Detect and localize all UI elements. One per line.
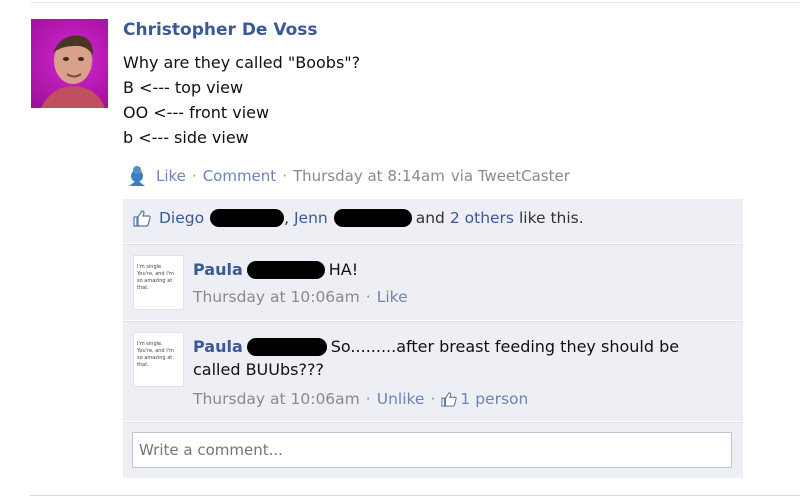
post-actions: Like · Comment · Thursday at 8:14am via … bbox=[124, 164, 570, 188]
separator-dot: · bbox=[430, 390, 436, 408]
thumbs-up-icon bbox=[441, 391, 458, 407]
redaction-mark bbox=[333, 209, 412, 227]
commenter-avatar[interactable]: I'm single. You're, and I'm so amazing a… bbox=[133, 332, 184, 387]
comment-text: So.........after breast feeding they sho… bbox=[330, 337, 680, 356]
post-text-line: Why are they called "Boobs"? bbox=[123, 53, 361, 72]
avatar-caption: I'm single. You're, and I'm so amazing a… bbox=[137, 264, 174, 291]
comment-meta: Thursday at 10:06am · Unlike · 1 person bbox=[193, 390, 528, 408]
post-text-line: B <--- top view bbox=[123, 78, 244, 97]
row-divider bbox=[123, 421, 743, 423]
separator-dot: · bbox=[191, 167, 197, 185]
post-text-line: b <--- side view bbox=[123, 128, 249, 147]
liker-name[interactable]: Diego bbox=[159, 209, 204, 227]
likes-others-link[interactable]: 2 others bbox=[450, 209, 514, 227]
comma: , bbox=[284, 209, 294, 227]
separator-dot: · bbox=[282, 167, 287, 185]
likes-and: and bbox=[415, 209, 445, 227]
comment-text-continued: called BUUbs??? bbox=[193, 360, 324, 379]
avatar-caption: I'm single. You're, and I'm so amazing a… bbox=[137, 341, 174, 368]
separator-dot: · bbox=[365, 288, 371, 306]
comment-link[interactable]: Comment bbox=[203, 167, 277, 185]
row-divider bbox=[123, 243, 743, 245]
tweetcaster-bird-icon bbox=[129, 166, 145, 186]
post-author-name[interactable]: Christopher De Voss bbox=[123, 20, 318, 40]
commenter-name[interactable]: Paula bbox=[193, 337, 243, 356]
likes-suffix: like this. bbox=[518, 209, 584, 227]
author-avatar[interactable] bbox=[31, 19, 108, 108]
redaction-mark bbox=[246, 337, 327, 356]
bottom-divider bbox=[30, 495, 800, 496]
post-text-line: OO <--- front view bbox=[123, 103, 270, 122]
comment-input[interactable] bbox=[132, 432, 732, 468]
like-link[interactable]: Like bbox=[156, 167, 186, 185]
comment-unlike-link[interactable]: Unlike bbox=[377, 390, 425, 408]
thumbs-up-icon bbox=[133, 209, 151, 227]
post-timestamp[interactable]: Thursday at 8:14am bbox=[293, 167, 445, 185]
feedback-panel bbox=[123, 199, 743, 422]
comment-timestamp[interactable]: Thursday at 10:06am bbox=[193, 288, 360, 306]
likes-summary: Diego , Jenn and 2 others like this. bbox=[133, 209, 584, 227]
redaction-mark bbox=[210, 209, 285, 227]
comment-like-count[interactable]: 1 person bbox=[460, 390, 528, 408]
comment-meta: Thursday at 10:06am · Like bbox=[193, 288, 408, 306]
redaction-mark bbox=[246, 260, 325, 279]
separator-dot: · bbox=[365, 390, 371, 408]
comment-like-link[interactable]: Like bbox=[377, 288, 408, 306]
comment-text: HA! bbox=[328, 260, 359, 279]
top-divider bbox=[30, 2, 800, 3]
comment-timestamp[interactable]: Thursday at 10:06am bbox=[193, 390, 360, 408]
commenter-name[interactable]: Paula bbox=[193, 260, 243, 279]
post-source: via TweetCaster bbox=[450, 167, 570, 185]
comment-body: Paula HA! bbox=[193, 260, 358, 279]
row-divider bbox=[123, 320, 743, 322]
comment-body: Paula So.........after breast feeding th… bbox=[193, 337, 679, 356]
liker-name[interactable]: Jenn bbox=[294, 209, 328, 227]
commenter-avatar[interactable]: I'm single. You're, and I'm so amazing a… bbox=[133, 255, 184, 310]
